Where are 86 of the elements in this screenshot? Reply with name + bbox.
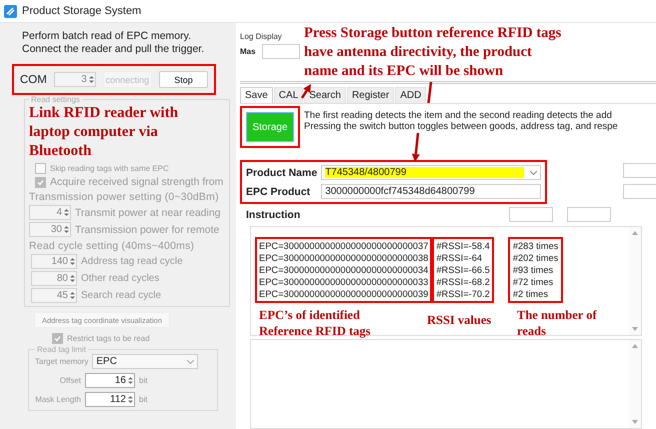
scroll-down-icon[interactable]	[632, 327, 638, 331]
scroll-up-icon[interactable]	[632, 344, 638, 348]
spinner-label: Transmit power at near reading	[75, 206, 221, 218]
log-label: Mas	[240, 47, 256, 56]
app-icon	[4, 4, 17, 18]
group-title: Read tag limit	[36, 345, 87, 354]
section-heading: Transmission power setting (0~30dBm)	[29, 191, 220, 203]
spinner-label: Transmission power for remote	[75, 224, 220, 236]
checkmark-icon	[54, 335, 61, 342]
rssi-text: #RSSI=-70.2	[436, 288, 490, 300]
read-count-text: #72 times	[512, 276, 554, 288]
leader-line	[427, 82, 432, 104]
tab[interactable]: Save	[240, 87, 273, 103]
number-spinner[interactable]: 16	[85, 373, 135, 388]
spinner-label: Address tag read cycle	[81, 256, 183, 267]
annotation-text: RSSI values	[427, 312, 492, 329]
checkbox-label: Restrict tags to be read	[67, 334, 150, 343]
spinner-label: Other read cycles	[81, 273, 160, 284]
rssi-text: #RSSI=-64	[436, 252, 484, 264]
spin-arrows-icon	[128, 376, 133, 385]
annotation-arrow	[300, 84, 311, 99]
epc-text: EPC=3000000000000000000000000034	[259, 264, 428, 276]
field-label: Mask Length	[35, 395, 81, 404]
annotation-text: Press Storage button reference RFID tags have antenna directivity, the product name and its EPC will be shown	[304, 24, 562, 81]
field-label: Product Name	[246, 166, 318, 178]
checkbox[interactable]	[52, 333, 63, 344]
tab[interactable]: ADD	[395, 87, 426, 103]
text-field[interactable]	[567, 207, 611, 222]
spin-arrows-icon	[70, 291, 75, 300]
text-field[interactable]	[509, 207, 553, 222]
epc-text: EPC=3000000000000000000000000039	[259, 288, 428, 300]
scrollbar[interactable]	[629, 227, 641, 335]
chevron-down-icon	[187, 360, 194, 364]
unit-label: bit	[139, 395, 148, 404]
spinner-label: Search read cycle	[81, 290, 162, 301]
spin-arrows-icon	[128, 395, 133, 404]
read-count-text: #2 times	[512, 288, 549, 300]
field-label: Target memory	[35, 357, 88, 366]
checkmark-icon	[37, 178, 44, 186]
window-title: Product Storage System	[22, 5, 142, 17]
checkbox-label: Acquire received signal strength from	[50, 176, 224, 188]
text-field[interactable]	[623, 184, 656, 199]
section-heading: Read cycle setting (40ms~400ms)	[29, 240, 196, 252]
unit-label: bit	[139, 376, 148, 385]
read-count-text: #283 times	[512, 240, 558, 252]
epc-text: EPC=3000000000000000000000000033	[259, 276, 428, 288]
description-text: The first reading detects the item and the second reading detects the add Pressing the switch button toggles between goods, address tag, and respe	[304, 109, 618, 132]
epc-text: EPC=3000000000000000000000000038	[259, 252, 428, 264]
spin-arrows-icon	[64, 208, 69, 217]
spin-arrows-icon	[64, 225, 69, 234]
read-count-text: #93 times	[512, 264, 554, 276]
epc-text: EPC=3000000000000000000000000037	[259, 240, 428, 252]
annotation-text: EPC’s of identified Reference RFID tags	[258, 307, 372, 339]
scrollbar[interactable]	[629, 340, 641, 428]
com-label: COM	[20, 74, 47, 86]
dropdown-value: T745348/4800799	[325, 167, 524, 178]
tab[interactable]: CAL	[274, 87, 304, 103]
rssi-text: #RSSI=-66.5	[436, 264, 490, 276]
log-display-label: Log Display	[240, 32, 283, 41]
group-title: Read settings	[30, 95, 81, 104]
text-field[interactable]	[623, 163, 656, 178]
spin-arrows-icon	[70, 257, 75, 266]
number-spinner[interactable]: 112	[85, 392, 135, 407]
field-label: Offset	[58, 376, 81, 385]
scroll-up-icon[interactable]	[632, 231, 638, 235]
spin-arrows-icon	[70, 274, 75, 283]
instruction-label: Instruction	[246, 208, 302, 220]
tab[interactable]: Register	[346, 87, 394, 103]
log-field[interactable]	[262, 44, 300, 59]
annotation-text: The number of reads	[517, 307, 597, 339]
tab[interactable]: Search	[304, 87, 346, 103]
scroll-down-icon[interactable]	[632, 420, 638, 424]
memory-dropdown[interactable]: EPC	[92, 354, 198, 369]
intro-text: Perform batch read of EPC memory. Connect the reader and pull the trigger.	[22, 30, 206, 56]
checkbox-label: Skip reading tags with same EPC	[50, 164, 169, 173]
spin-arrows-icon	[88, 75, 94, 84]
annotation-text: Link RFID reader with laptop computer via Bluetooth	[29, 104, 180, 161]
annotation-arrow	[412, 132, 420, 162]
chevron-down-icon	[530, 170, 538, 174]
epc-product-field[interactable]: 3000000000fcf745348d64800799	[321, 184, 542, 199]
rssi-text: #RSSI=-68.2	[436, 276, 490, 288]
read-count-text: #202 times	[512, 252, 558, 264]
stop-button[interactable]: Stop	[158, 71, 208, 88]
product-name-dropdown[interactable]: T745348/4800799	[321, 165, 542, 180]
field-label: EPC Product	[246, 186, 312, 198]
rssi-text: #RSSI=-58.4	[436, 240, 490, 252]
